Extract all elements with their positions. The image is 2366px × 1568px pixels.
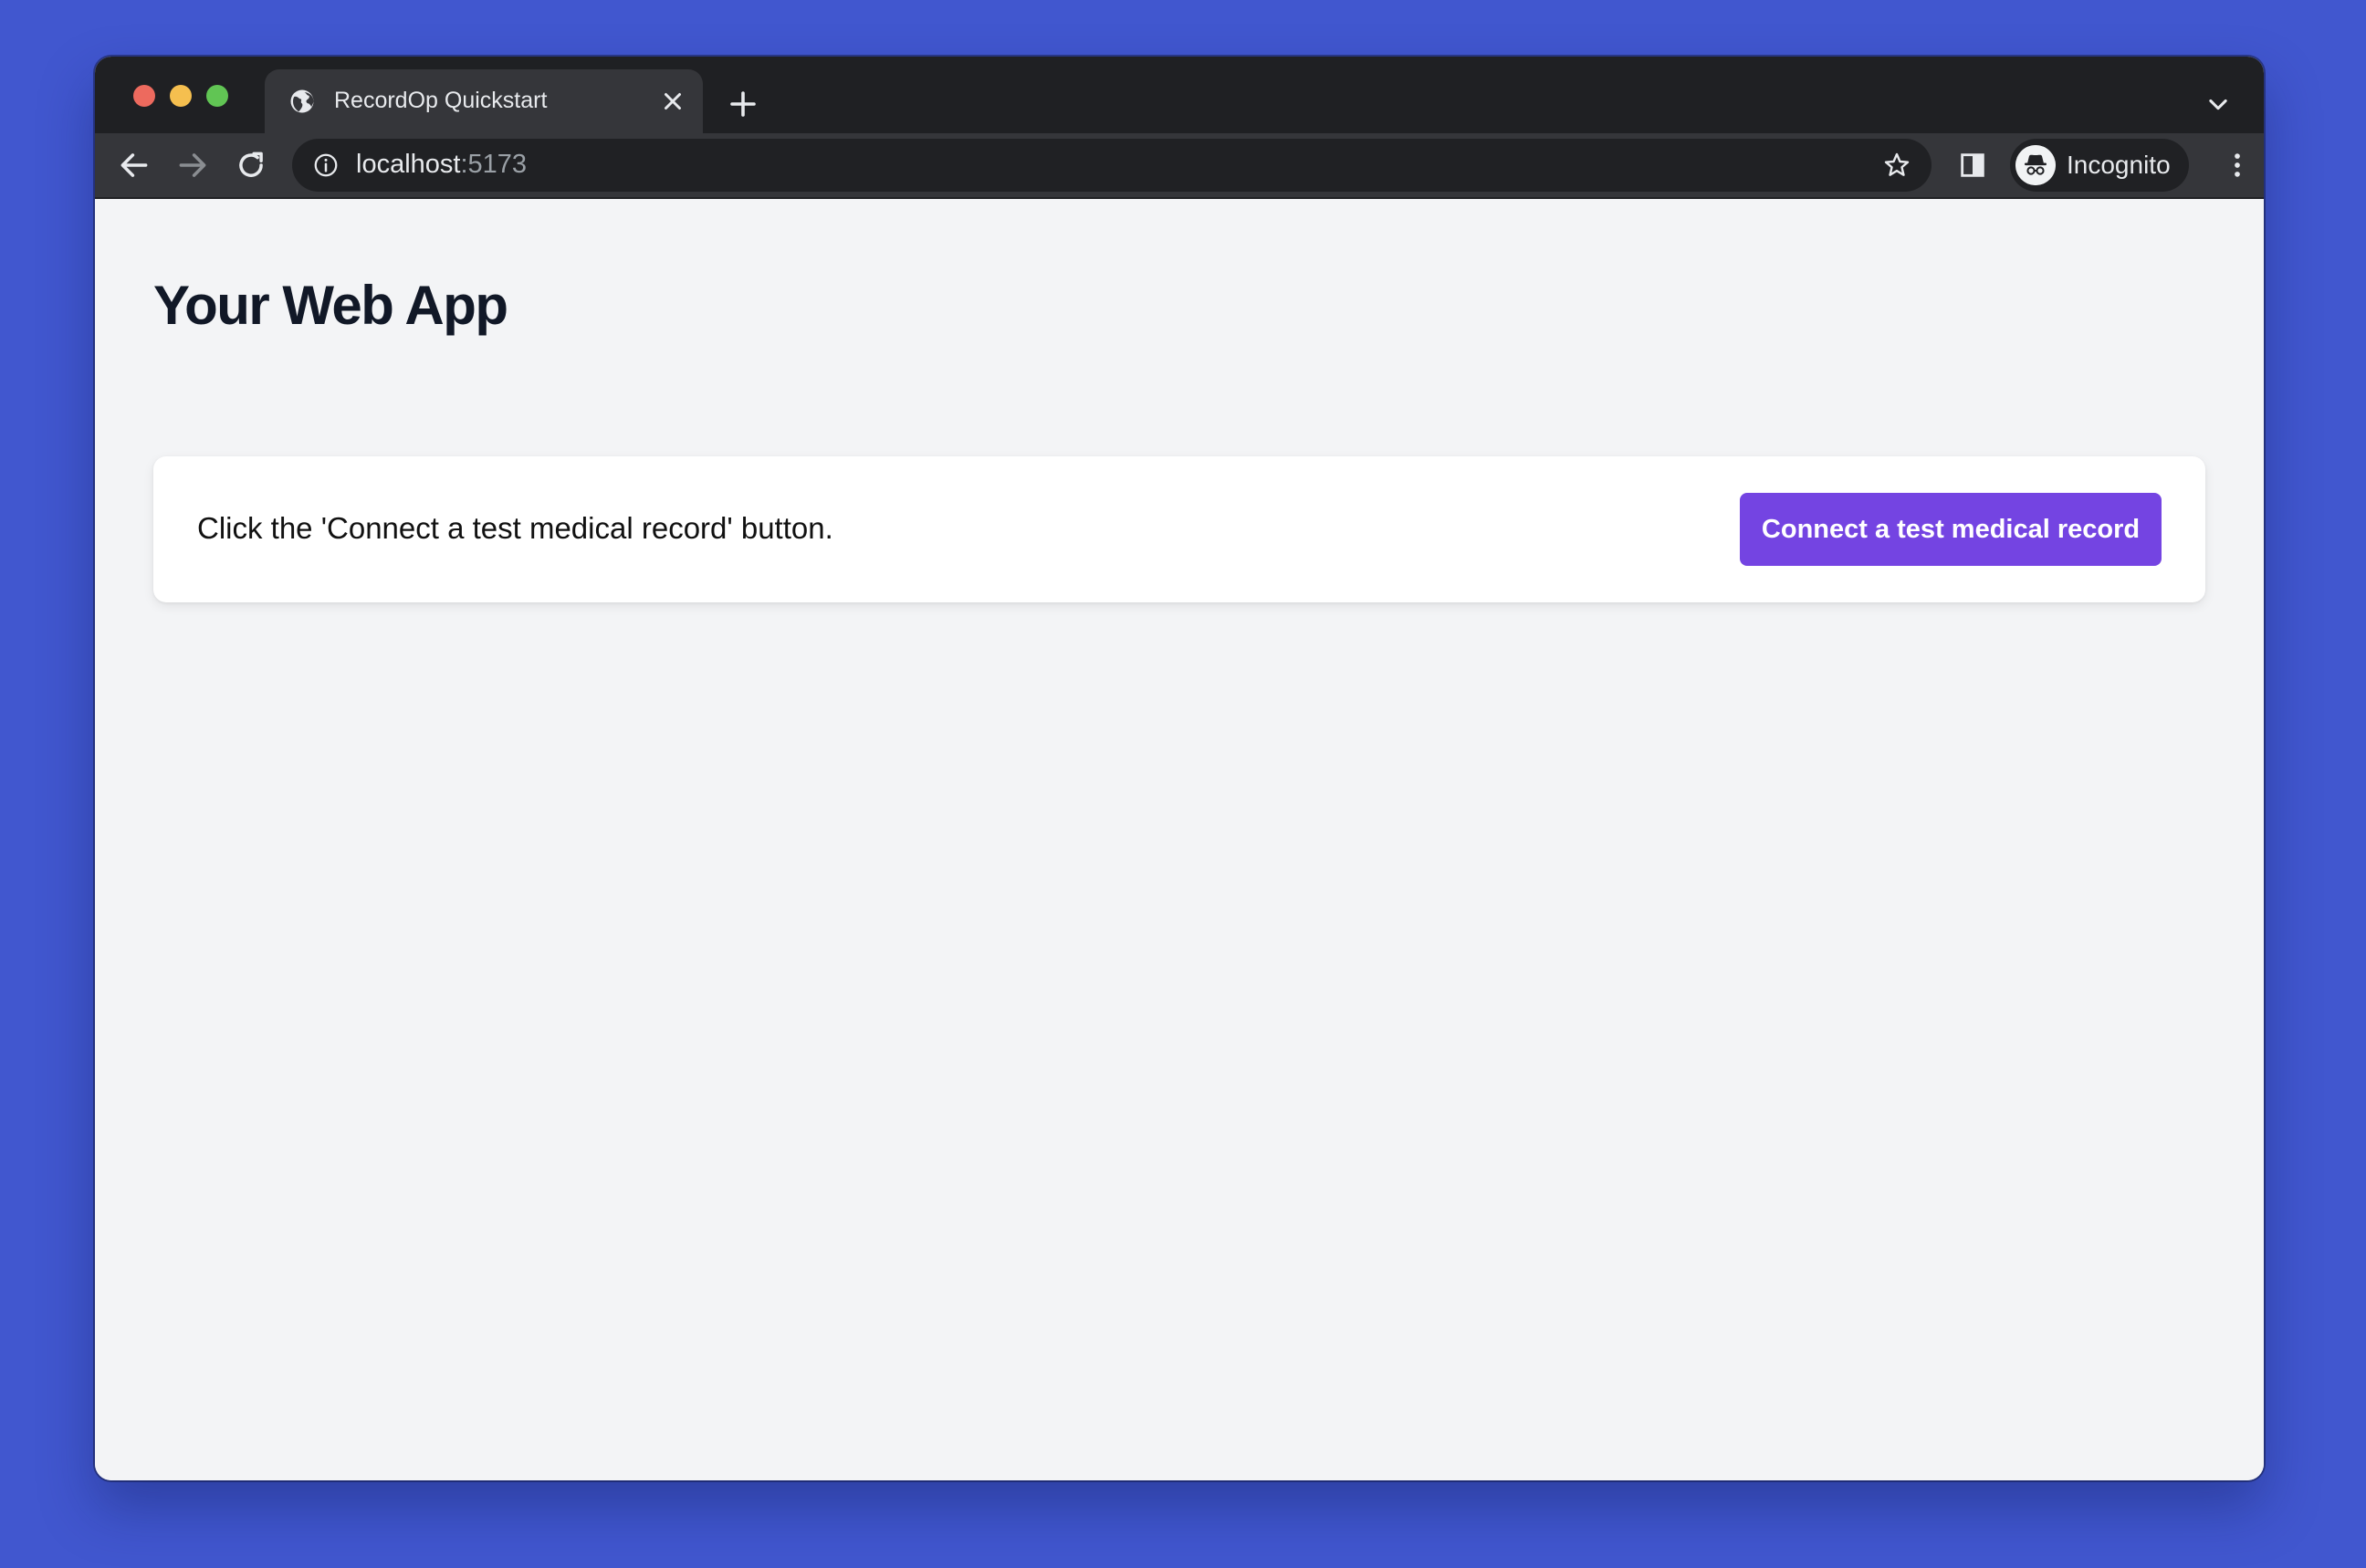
chevron-down-icon[interactable] (2205, 91, 2231, 117)
incognito-label: Incognito (2067, 151, 2171, 179)
star-icon[interactable] (1882, 151, 1911, 180)
more-vert-icon[interactable] (2222, 150, 2253, 181)
tab-strip: RecordOp Quickstart (95, 57, 2264, 133)
instruction-text: Click the 'Connect a test medical record… (197, 511, 833, 545)
maximize-window-button[interactable] (206, 85, 228, 107)
plus-icon[interactable] (727, 88, 759, 120)
tab-recordop-quickstart[interactable]: RecordOp Quickstart (265, 69, 703, 133)
url-port: :5173 (460, 150, 528, 179)
close-window-button[interactable] (133, 85, 155, 107)
incognito-icon (2015, 145, 2056, 185)
page-title: Your Web App (153, 275, 508, 336)
back-arrow-icon[interactable] (117, 148, 152, 183)
page-content: Your Web App Click the 'Connect a test m… (95, 199, 2264, 1480)
incognito-profile-button[interactable]: Incognito (2010, 139, 2189, 192)
globe-icon (290, 89, 314, 113)
url-host: localhost (356, 150, 461, 179)
browser-toolbar: localhost:5173 Incognito (95, 133, 2264, 199)
side-panel-icon[interactable] (1957, 150, 1988, 181)
connect-medical-record-button[interactable]: Connect a test medical record (1740, 493, 2162, 566)
address-bar[interactable]: localhost:5173 (292, 139, 1932, 192)
tab-title: RecordOp Quickstart (334, 88, 548, 113)
minimize-window-button[interactable] (170, 85, 192, 107)
info-icon[interactable] (312, 152, 340, 179)
browser-window: RecordOp Quickstart localhost:5173 Incog… (95, 57, 2264, 1480)
connect-card: Click the 'Connect a test medical record… (153, 456, 2205, 602)
close-icon[interactable] (659, 88, 686, 115)
forward-arrow-icon[interactable] (175, 148, 210, 183)
url-text[interactable]: localhost:5173 (356, 150, 527, 180)
reload-icon[interactable] (234, 148, 268, 183)
